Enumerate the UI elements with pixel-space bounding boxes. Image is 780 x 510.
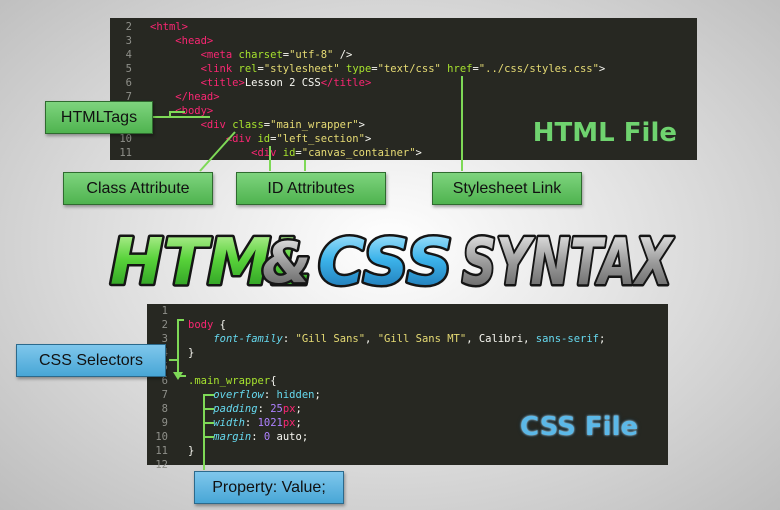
property-value-callout: Property: Value; xyxy=(194,471,344,504)
stylesheet-link-callout: Stylesheet Link xyxy=(432,172,582,205)
id-attributes-callout: ID Attributes xyxy=(236,172,386,205)
css-selectors-connector xyxy=(177,319,186,377)
css-selectors-callout: CSS Selectors xyxy=(16,344,166,377)
connector-lines xyxy=(153,76,463,470)
class-attribute-callout: Class Attribute xyxy=(63,172,213,205)
html-tags-callout: HTMLTags xyxy=(45,101,153,134)
property-value-connector xyxy=(203,394,214,470)
class-attribute-connector xyxy=(199,131,236,172)
